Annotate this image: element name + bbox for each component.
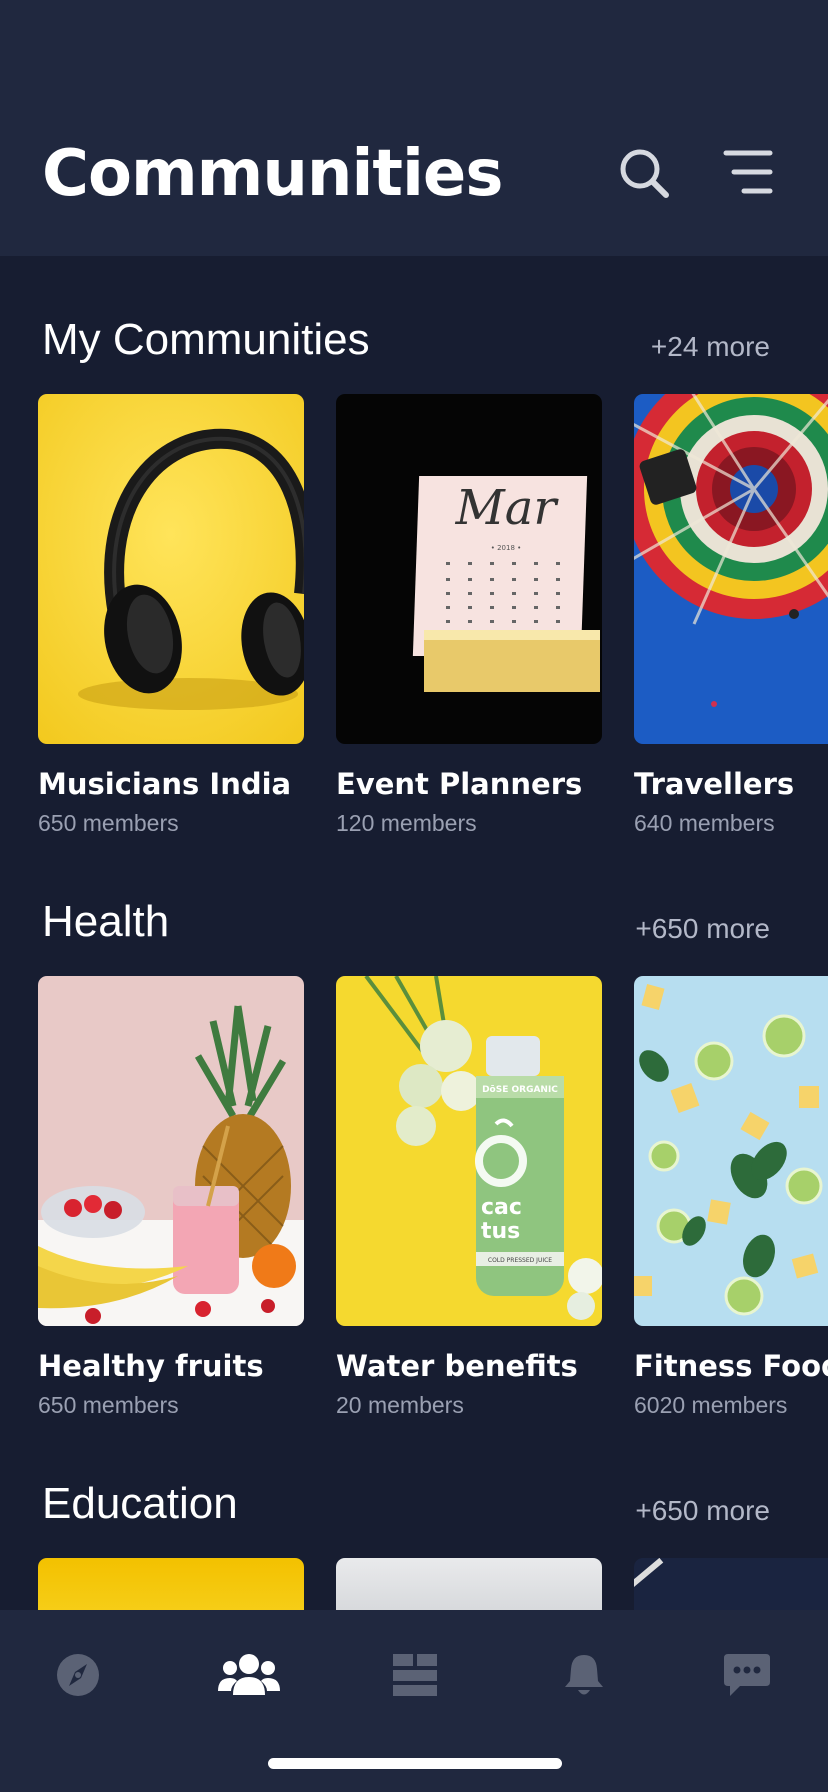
search-icon[interactable]	[616, 145, 672, 201]
card-members: 650 members	[38, 810, 179, 836]
card-name: Healthy fruits	[38, 1349, 264, 1383]
chat-icon	[724, 1653, 770, 1701]
card-members: 6020 members	[634, 1392, 788, 1418]
education-card-2-image[interactable]	[336, 1558, 602, 1618]
community-card-healthy-fruits[interactable]: Healthy fruits 650 members	[38, 976, 304, 1420]
tab-explore[interactable]	[43, 1642, 113, 1712]
section-title-my-communities: My Communities	[42, 315, 370, 364]
card-name: Travellers	[634, 767, 795, 801]
more-link-health[interactable]: +650 more	[635, 912, 770, 946]
top-header: Communities	[0, 0, 828, 256]
card-name: Event Planners	[336, 767, 583, 801]
compass-icon	[56, 1653, 100, 1702]
more-link-education[interactable]: +650 more	[635, 1494, 770, 1528]
tab-feed[interactable]	[380, 1642, 450, 1712]
calendar-image: Mar • 2018 •	[336, 394, 602, 744]
home-indicator	[268, 1758, 562, 1769]
card-name: Water benefits	[336, 1349, 578, 1383]
calendar-month: Mar	[455, 480, 560, 536]
section-title-health: Health	[42, 897, 170, 946]
bottle-text-line2: tus	[481, 1219, 520, 1244]
card-name: Fitness Food	[634, 1349, 828, 1383]
card-members: 20 members	[336, 1392, 464, 1418]
page-title: Communities	[42, 137, 503, 211]
community-card-fitness-food[interactable]: Fitness Food 6020 members	[634, 976, 828, 1420]
bottle-footer: COLD PRESSED JUICE	[488, 1257, 552, 1264]
community-card-musicians-india[interactable]: Musicians India 650 members	[38, 394, 304, 838]
tab-notifications[interactable]	[549, 1642, 619, 1712]
calendar-year: • 2018 •	[491, 544, 522, 552]
community-icon	[218, 1653, 280, 1702]
headphones-image	[38, 394, 304, 744]
bell-icon	[564, 1653, 604, 1702]
hot-air-balloon-image	[634, 394, 828, 744]
juice-bottle-image: DōSE ORGANIC cac tus COLD PRESSED JUICE	[336, 976, 602, 1326]
education-card-1-image[interactable]	[38, 1558, 304, 1618]
card-members: 650 members	[38, 1392, 179, 1418]
menu-icon[interactable]	[720, 145, 776, 201]
card-members: 640 members	[634, 810, 775, 836]
tab-communities[interactable]	[214, 1642, 284, 1712]
feed-icon	[393, 1653, 437, 1701]
card-name: Musicians India	[38, 767, 292, 801]
bottle-brand: DōSE ORGANIC	[482, 1085, 558, 1095]
lime-mint-image	[634, 976, 828, 1326]
community-card-event-planners[interactable]: Mar • 2018 • Event Planners 120 members	[336, 394, 602, 838]
fruits-image	[38, 976, 304, 1326]
community-card-travellers[interactable]: Travellers 640 members	[634, 394, 828, 838]
education-card-3-image[interactable]	[634, 1558, 828, 1618]
community-card-water-benefits[interactable]: DōSE ORGANIC cac tus COLD PRESSED JUICE …	[336, 976, 602, 1420]
more-link-my-communities[interactable]: +24 more	[651, 330, 770, 364]
card-members: 120 members	[336, 810, 477, 836]
section-title-education: Education	[42, 1479, 238, 1528]
tab-messages[interactable]	[712, 1642, 782, 1712]
bottle-text-line1: cac	[481, 1195, 522, 1220]
